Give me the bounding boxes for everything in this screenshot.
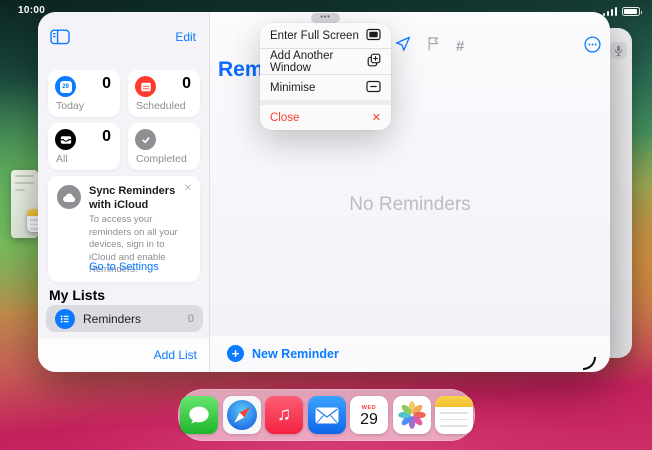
ipad-screen: 10:00 xyxy=(0,0,652,450)
sync-card-title: Sync Reminders with iCloud xyxy=(89,185,181,213)
content-footer: + New Reminder xyxy=(210,336,610,372)
all-label: All xyxy=(56,153,68,165)
mail-envelope-icon xyxy=(315,407,339,424)
dock-icon-messages[interactable] xyxy=(180,396,218,434)
photos-flower-icon xyxy=(396,399,428,431)
safari-compass-icon xyxy=(227,400,257,430)
smart-list-scheduled[interactable]: 0 Scheduled xyxy=(128,70,200,117)
minimise-icon xyxy=(366,80,381,96)
dock-icon-notes[interactable] xyxy=(435,396,473,434)
today-label: Today xyxy=(56,100,84,112)
more-options-button[interactable] xyxy=(584,36,601,58)
sync-card-close-icon[interactable]: ✕ xyxy=(184,183,192,194)
sync-icloud-card: Sync Reminders with iCloud ✕ To access y… xyxy=(48,176,200,282)
ellipsis-circle-icon xyxy=(584,36,601,53)
completed-label: Completed xyxy=(136,153,187,165)
today-icon: 29 xyxy=(55,76,76,97)
menu-item-add-another-window[interactable]: Add Another Window xyxy=(260,49,391,74)
go-to-settings-link[interactable]: Go to Settings xyxy=(89,261,159,273)
microphone-icon xyxy=(614,45,623,57)
flag-icon[interactable] xyxy=(427,36,440,56)
menu-item-close[interactable]: Close ✕ xyxy=(260,105,391,130)
all-count: 0 xyxy=(102,128,111,146)
new-reminder-button[interactable]: + New Reminder xyxy=(227,345,339,362)
scheduled-count: 0 xyxy=(182,75,191,93)
scheduled-label: Scheduled xyxy=(136,100,186,112)
icloud-icon xyxy=(57,185,81,209)
smart-list-all[interactable]: 0 All xyxy=(48,123,120,170)
battery-icon xyxy=(622,7,640,16)
messages-bubble-icon xyxy=(187,403,211,427)
notes-yellow-band xyxy=(435,396,473,407)
calendar-day: 29 xyxy=(360,412,378,428)
calendar-weekday: WED xyxy=(362,405,377,411)
list-item-label: Reminders xyxy=(83,312,180,326)
share-location-arrow-icon[interactable] xyxy=(395,36,411,56)
content-toolbar: # xyxy=(395,36,464,56)
smart-list-today[interactable]: 29 0 Today xyxy=(48,70,120,117)
list-item-count: 0 xyxy=(188,313,194,325)
edit-button[interactable]: Edit xyxy=(175,30,196,44)
reminders-list-icon xyxy=(55,309,75,329)
today-count: 0 xyxy=(102,75,111,93)
plus-icon: + xyxy=(227,345,244,362)
scheduled-icon xyxy=(135,76,156,97)
dock-icon-safari[interactable] xyxy=(223,396,261,434)
window-options-menu: Enter Full Screen Add Another Window xyxy=(260,23,391,130)
hashtag-icon[interactable]: # xyxy=(456,38,464,55)
dock-icon-calendar[interactable]: WED 29 xyxy=(350,396,388,434)
menu-item-enter-full-screen[interactable]: Enter Full Screen xyxy=(260,23,391,48)
add-list-button[interactable]: Add List xyxy=(154,348,197,362)
empty-state-label: No Reminders xyxy=(210,194,610,216)
smart-list-grid: 29 0 Today 0 Scheduled xyxy=(48,70,200,170)
completed-checkmark-icon xyxy=(135,129,156,150)
window-controls-pill[interactable]: ••• xyxy=(311,13,340,23)
close-icon: ✕ xyxy=(372,111,381,124)
music-note-icon: ♫ xyxy=(277,404,291,426)
menu-item-minimise[interactable]: Minimise xyxy=(260,75,391,100)
sidebar-toggle-icon xyxy=(50,29,70,45)
my-lists-heading: My Lists xyxy=(49,287,105,303)
enter-full-screen-icon xyxy=(366,28,381,44)
list-item-reminders[interactable]: Reminders 0 xyxy=(46,305,203,332)
sidebar-footer: Add List xyxy=(38,337,209,372)
all-tray-icon xyxy=(55,129,76,150)
dock-icon-music[interactable]: ♫ xyxy=(265,396,303,434)
dock-icon-mail[interactable] xyxy=(308,396,346,434)
dock: ♫ WED 29 xyxy=(178,389,475,441)
add-another-window-icon xyxy=(367,53,381,70)
smart-list-completed[interactable]: Completed xyxy=(128,123,200,170)
dock-icon-photos[interactable] xyxy=(393,396,431,434)
microphone-button[interactable] xyxy=(610,42,627,59)
sidebar-toggle-button[interactable] xyxy=(50,29,70,45)
reminders-sidebar: Edit 29 0 Today xyxy=(38,12,210,372)
